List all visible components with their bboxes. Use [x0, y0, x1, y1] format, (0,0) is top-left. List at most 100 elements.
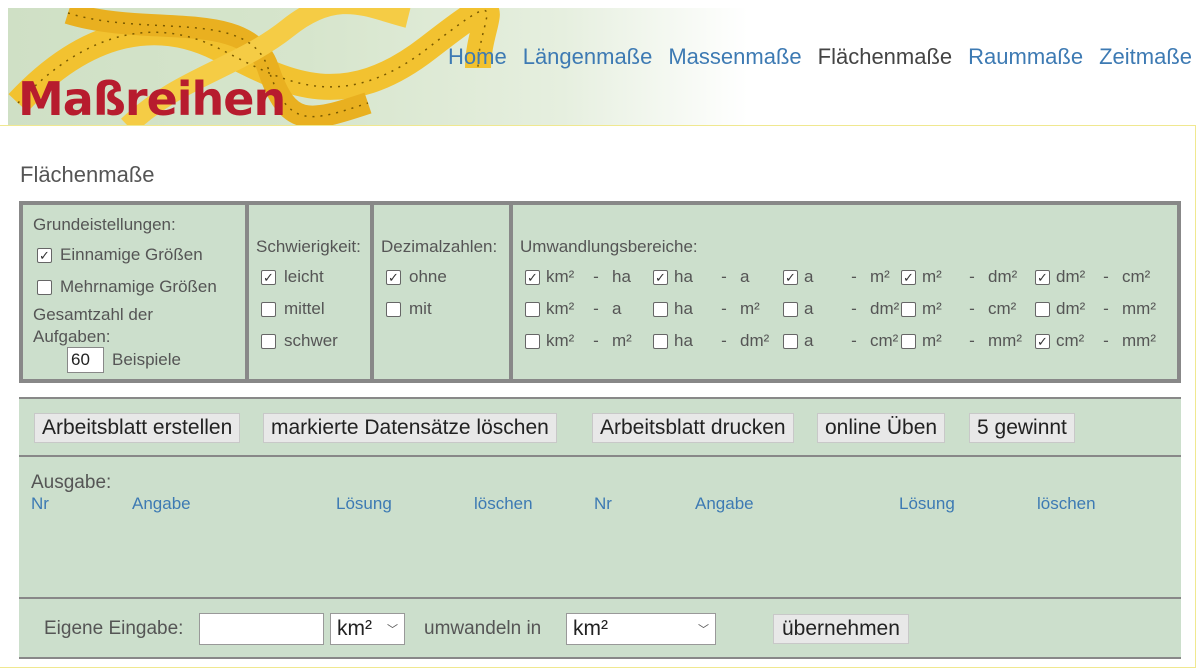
conversion-option[interactable]: km² - m² [525, 331, 632, 351]
conversion-dash: - [721, 331, 727, 350]
conversion-to-unit: cm² [870, 331, 899, 350]
conversion-checkbox[interactable] [783, 301, 798, 317]
conversion-checkbox[interactable] [901, 301, 916, 317]
conversion-checkbox[interactable] [901, 333, 916, 349]
conversion-option[interactable]: a - cm² [783, 331, 898, 351]
site-logo[interactable]: Maßreihen [18, 76, 286, 122]
conversion-checkbox[interactable] [1035, 301, 1050, 317]
easy-label: leicht [284, 267, 324, 286]
conversion-checkbox[interactable]: ✓ [1035, 333, 1050, 349]
nav-flaechenmasse[interactable]: Flächenmaße [818, 44, 953, 70]
with-decimals-label: mit [409, 299, 432, 318]
conversion-dash: - [593, 331, 599, 350]
conversion-from-unit: km² [546, 267, 575, 286]
output-label: Ausgabe: [31, 472, 112, 493]
conversion-dash: - [1103, 299, 1109, 318]
conversion-from-unit: ha [674, 331, 693, 350]
conversion-checkbox[interactable] [653, 301, 668, 317]
conversion-option[interactable]: km² - a [525, 299, 621, 319]
decimal-with[interactable]: mit [386, 299, 432, 319]
conversion-from-unit: a [804, 331, 814, 350]
conversion-option[interactable]: ✓ dm² - cm² [1035, 267, 1150, 287]
col-loeschen-1: löschen [474, 494, 533, 513]
mehrnamig-checkbox[interactable] [37, 279, 52, 295]
conversion-from-unit: dm² [1056, 267, 1086, 286]
einnamig-checkbox[interactable]: ✓ [37, 247, 52, 263]
conversion-option[interactable]: a - dm² [783, 299, 899, 319]
conversion-to-unit: m² [870, 267, 890, 286]
print-worksheet-button[interactable]: Arbeitsblatt drucken [592, 413, 794, 443]
to-unit-select[interactable]: km² ﹀ [566, 613, 716, 645]
conversion-dash: - [721, 267, 727, 286]
conversion-checkbox[interactable]: ✓ [1035, 269, 1050, 285]
conversion-dash: - [1103, 267, 1109, 286]
own-value-input[interactable] [199, 613, 324, 645]
conversion-dash: - [851, 331, 857, 350]
nav-laengenmasse[interactable]: Längenmaße [523, 44, 653, 70]
conversion-checkbox[interactable] [525, 301, 540, 317]
five-wins-button[interactable]: 5 gewinnt [969, 413, 1075, 443]
output-area: Ausgabe: Nr Angabe Lösung löschen Nr Ang… [19, 457, 1181, 597]
conversion-to-unit: ha [612, 267, 631, 286]
conversion-from-unit: km² [546, 331, 575, 350]
conversion-checkbox[interactable] [525, 333, 540, 349]
delete-selected-button[interactable]: markierte Datensätze löschen [263, 413, 557, 443]
difficulty-hard[interactable]: schwer [261, 331, 338, 351]
col-nr-2: Nr [594, 494, 612, 513]
option-einnamig[interactable]: ✓ Einnamige Größen [37, 245, 203, 265]
difficulty-medium[interactable]: mittel [261, 299, 325, 319]
with-decimals-checkbox[interactable] [386, 301, 401, 317]
hard-checkbox[interactable] [261, 333, 276, 349]
own-input-bar: Eigene Eingabe: km² ﹀ umwandeln in km² ﹀… [19, 597, 1181, 659]
nav-massenmasse[interactable]: Massenmaße [668, 44, 801, 70]
conversion-option[interactable]: m² - mm² [901, 331, 1022, 351]
apply-button[interactable]: übernehmen [773, 614, 909, 644]
conversion-option[interactable]: ha - m² [653, 299, 760, 319]
total-label-line2: Aufgaben: [33, 327, 111, 346]
conversion-checkbox[interactable] [783, 333, 798, 349]
conversion-dash: - [593, 299, 599, 318]
nav-raummasse[interactable]: Raummaße [968, 44, 1083, 70]
conversion-option[interactable]: ✓ km² - ha [525, 267, 631, 287]
conversion-option[interactable]: dm² - mm² [1035, 299, 1156, 319]
create-worksheet-button[interactable]: Arbeitsblatt erstellen [34, 413, 241, 443]
conversion-option[interactable]: ✓ cm² - mm² [1035, 331, 1156, 351]
conversion-option[interactable]: m² - cm² [901, 299, 1016, 319]
basic-settings-heading: Grundeistellungen: [33, 215, 176, 234]
decimal-without[interactable]: ✓ ohne [386, 267, 447, 287]
conversion-checkbox[interactable] [653, 333, 668, 349]
settings-panel: Grundeistellungen: ✓ Einnamige Größen Me… [19, 201, 1181, 383]
conversion-checkbox[interactable]: ✓ [783, 269, 798, 285]
conversion-option[interactable]: ✓ m² - dm² [901, 267, 1017, 287]
conversion-to-unit: m² [612, 331, 632, 350]
medium-label: mittel [284, 299, 325, 318]
difficulty-easy[interactable]: ✓ leicht [261, 267, 324, 287]
conversion-dash: - [851, 267, 857, 286]
basic-settings: Grundeistellungen: ✓ Einnamige Größen Me… [21, 203, 247, 381]
medium-checkbox[interactable] [261, 301, 276, 317]
action-bar: Arbeitsblatt erstellen markierte Datensä… [19, 397, 1181, 457]
content-area: Flächenmaße Grundeistellungen: ✓ Einnami… [0, 125, 1196, 668]
conversion-checkbox[interactable]: ✓ [653, 269, 668, 285]
without-decimals-label: ohne [409, 267, 447, 286]
conversion-option[interactable]: ha - dm² [653, 331, 769, 351]
nav-home[interactable]: Home [448, 44, 507, 70]
from-unit-select[interactable]: km² ﹀ [330, 613, 405, 645]
conversion-from-unit: m² [922, 267, 942, 286]
conversion-from-unit: a [804, 267, 814, 286]
conversion-checkbox[interactable]: ✓ [901, 269, 916, 285]
conversion-option[interactable]: ✓ ha - a [653, 267, 749, 287]
easy-checkbox[interactable]: ✓ [261, 269, 276, 285]
conversion-from-unit: a [804, 299, 814, 318]
online-practice-button[interactable]: online Üben [817, 413, 946, 443]
nav-zeitmasse[interactable]: Zeitmaße [1099, 44, 1192, 70]
option-mehrnamig[interactable]: Mehrnamige Größen [37, 277, 217, 297]
conversion-to-unit: mm² [988, 331, 1022, 350]
mehrnamig-label: Mehrnamige Größen [60, 277, 217, 296]
total-tasks-input[interactable]: 60 [67, 347, 104, 373]
conversion-option[interactable]: ✓ a - m² [783, 267, 890, 287]
difficulty-heading: Schwierigkeit: [256, 237, 361, 256]
without-decimals-checkbox[interactable]: ✓ [386, 269, 401, 285]
conversion-checkbox[interactable]: ✓ [525, 269, 540, 285]
conversion-heading: Umwandlungsbereiche: [520, 237, 698, 256]
